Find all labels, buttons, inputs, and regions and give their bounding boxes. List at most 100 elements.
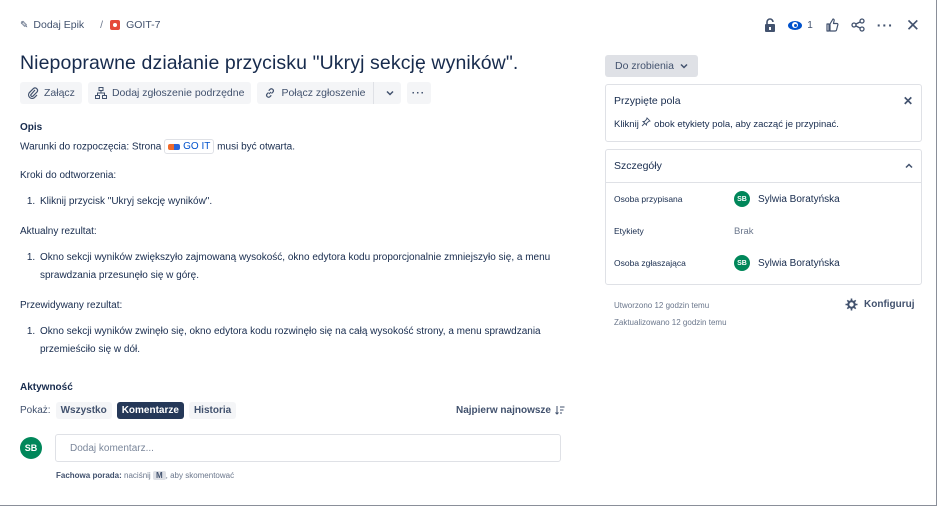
goit-link[interactable]: GO IT <box>164 139 215 154</box>
sidebar-status: Do zrobienia <box>605 55 922 77</box>
filter-comments-button[interactable]: Komentarze <box>116 401 184 419</box>
details-panel: Szczegóły Osoba przypisana SB Sylwia Bor… <box>605 149 922 285</box>
attach-label: Załącz <box>44 87 75 99</box>
add-child-issue-label: Dodaj zgłoszenie podrzędne <box>111 87 245 99</box>
status-dropdown[interactable]: Do zrobienia <box>605 55 698 77</box>
field-reporter: Osoba zgłaszająca SB Sylwia Boratyńska <box>606 247 921 279</box>
comment-composer: SB <box>20 434 561 462</box>
thumbs-up-icon[interactable] <box>825 18 839 32</box>
show-label: Pokaż: <box>20 404 51 416</box>
list-item: Kliknij przycisk "Ukryj sekcję wyników". <box>38 193 580 211</box>
share-icon[interactable] <box>851 18 865 32</box>
chevron-down-icon <box>680 63 688 69</box>
breadcrumb: ✎ Dodaj Epik / GOIT-7 <box>20 19 161 31</box>
steps-list: Kliknij przycisk "Ukryj sekcję wyników". <box>38 193 580 211</box>
comment-input[interactable] <box>55 434 561 462</box>
filter-history-button[interactable]: Historia <box>188 401 237 419</box>
hierarchy-icon <box>94 87 107 99</box>
add-child-issue-button[interactable]: Dodaj zgłoszenie podrzędne <box>87 82 252 104</box>
pin-icon <box>642 117 652 127</box>
list-item: Okno sekcji wyników zwiększyło zajmowaną… <box>38 249 580 285</box>
reporter-value[interactable]: SB Sylwia Boratyńska <box>734 255 840 271</box>
description-section: Opis Warunki do rozpoczęcia: Strona GO I… <box>20 122 580 373</box>
more-icon[interactable]: ··· <box>877 18 894 32</box>
protip: Fachowa porada: naciśnij M, aby skomento… <box>56 471 234 480</box>
watch-count: 1 <box>807 19 813 31</box>
status-label: Do zrobienia <box>615 60 674 72</box>
bug-icon <box>110 20 121 30</box>
actual-list: Okno sekcji wyników zwiększyło zajmowaną… <box>38 249 580 285</box>
chevron-up-icon[interactable] <box>905 163 913 169</box>
expected-list: Okno sekcji wyników zwinęło się, okno ed… <box>38 323 580 359</box>
close-icon[interactable]: ✕ <box>906 17 920 34</box>
issue-key-link[interactable]: GOIT-7 <box>126 19 160 31</box>
keyboard-shortcut-key: M <box>152 471 166 480</box>
activity-heading: Aktywność <box>20 382 73 393</box>
configure-button[interactable]: Konfiguruj <box>845 298 915 311</box>
pinned-fields-panel: Przypięte pola ✕ Kliknij obok etykiety p… <box>605 84 922 142</box>
avatar: SB <box>734 255 750 271</box>
issue-toolbar: Załącz Dodaj zgłoszenie podrzędne Połącz… <box>20 82 431 104</box>
watch-button[interactable]: 1 <box>788 20 813 31</box>
eye-icon <box>788 20 803 30</box>
pinned-fields-header: Przypięte pola ✕ <box>606 85 921 117</box>
gear-icon <box>845 298 858 311</box>
protip-bold: Fachowa porada: <box>56 471 122 480</box>
field-label: Osoba zgłaszająca <box>614 258 686 268</box>
description-heading: Opis <box>20 122 43 133</box>
details-title: Szczegóły <box>614 160 662 172</box>
chevron-down-icon[interactable] <box>379 90 401 96</box>
avatar: SB <box>20 437 42 459</box>
list-item: Okno sekcji wyników zwinęło się, okno ed… <box>38 323 580 359</box>
expected-heading: Przewidywany rezultat: <box>20 299 123 311</box>
issue-header-bar: ✎ Dodaj Epik / GOIT-7 1 ··· ✕ <box>20 12 920 38</box>
link-icon <box>266 88 275 98</box>
issue-title[interactable]: Niepoprawne działanie przycisku "Ukryj s… <box>20 52 518 75</box>
link-issue-split-button: Połącz zgłoszenie <box>257 82 401 104</box>
breadcrumb-separator: / <box>100 19 104 31</box>
activity-filter-row: Pokaż: Wszystko Komentarze Historia Najp… <box>20 401 565 419</box>
details-header[interactable]: Szczegóły <box>606 150 921 182</box>
protip-prefix: naciśnij <box>124 471 151 480</box>
labels-value[interactable]: Brak <box>734 226 754 237</box>
add-epic-link[interactable]: Dodaj Epik <box>33 19 84 31</box>
top-actions: 1 ··· ✕ <box>764 12 920 38</box>
preconditions-prefix: Warunki do rozpoczęcia: Strona <box>20 141 162 153</box>
field-assignee: Osoba przypisana SB Sylwia Boratyńska <box>606 183 921 215</box>
assignee-name: Sylwia Boratyńska <box>758 193 840 205</box>
link-issue-label: Połącz zgłoszenie <box>281 87 366 99</box>
paperclip-icon <box>28 87 39 99</box>
attach-button[interactable]: Załącz <box>20 82 82 104</box>
created-timestamp: Utworzono 12 godzin temu <box>614 301 710 310</box>
sort-order-label: Najpierw najnowsze <box>455 404 551 416</box>
sort-icon <box>555 406 565 415</box>
activity-section: Aktywność Pokaż: Wszystko Komentarze His… <box>20 382 565 419</box>
goit-link-label: GO IT <box>183 140 211 152</box>
link-issue-button[interactable]: Połącz zgłoszenie <box>257 82 374 104</box>
preconditions-suffix: musi być otwarta. <box>217 141 295 153</box>
close-icon[interactable]: ✕ <box>903 94 913 108</box>
issue-timestamps: Utworzono 12 godzin temu Zaktualizowano … <box>614 297 727 331</box>
protip-suffix: , aby skomentować <box>165 471 235 480</box>
pinned-hint-prefix: Kliknij <box>614 119 639 130</box>
preconditions-text: Warunki do rozpoczęcia: Strona GO IT mus… <box>20 139 580 155</box>
configure-label: Konfiguruj <box>864 299 915 310</box>
field-label: Osoba przypisana <box>614 194 683 204</box>
reporter-name: Sylwia Boratyńska <box>758 257 840 269</box>
avatar: SB <box>734 191 750 207</box>
sort-order-button[interactable]: Najpierw najnowsze <box>456 405 565 416</box>
steps-heading: Kroki do odtworzenia: <box>20 169 117 181</box>
pinned-fields-hint: Kliknij obok etykiety pola, aby zacząć j… <box>606 117 921 130</box>
lock-icon[interactable] <box>764 18 776 32</box>
pinned-fields-title: Przypięte pola <box>614 95 681 107</box>
goit-logo-icon <box>168 143 181 150</box>
field-label: Etykiety <box>614 226 644 236</box>
field-labels: Etykiety Brak <box>606 215 921 247</box>
updated-timestamp: Zaktualizowano 12 godzin temu <box>614 318 727 327</box>
pinned-hint-suffix: obok etykiety pola, aby zacząć je przypi… <box>654 119 839 130</box>
assignee-value[interactable]: SB Sylwia Boratyńska <box>734 191 840 207</box>
filter-all-button[interactable]: Wszystko <box>55 401 112 419</box>
actual-heading: Aktualny rezultat: <box>20 225 97 237</box>
pencil-icon: ✎ <box>20 19 29 31</box>
more-actions-button[interactable]: ··· <box>406 82 431 104</box>
